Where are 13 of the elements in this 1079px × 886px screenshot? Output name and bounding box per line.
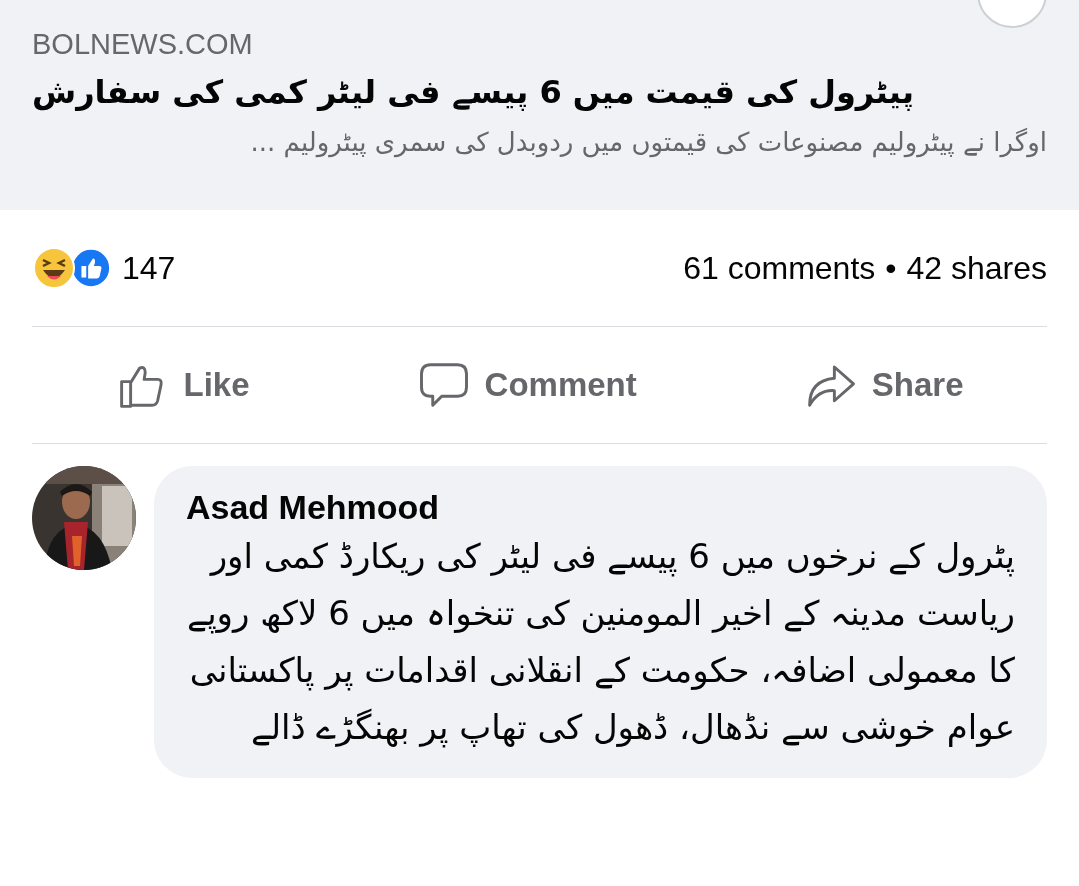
separator-dot: •	[885, 249, 897, 287]
like-button[interactable]: Like	[105, 352, 260, 418]
share-count[interactable]: 42 shares	[906, 249, 1047, 287]
share-button[interactable]: Share	[793, 352, 974, 418]
link-domain: BOLNEWS.COM	[32, 27, 253, 62]
comment-count[interactable]: 61 comments	[683, 249, 876, 287]
link-headline: پیٹرول کی قیمت میں 6 پیسے فی لیٹر کمی کی سفارش	[32, 72, 914, 113]
laughing-face-icon	[32, 246, 76, 290]
link-description: اوگرا نے پیٹرولیم مصنوعات کی قیمتوں میں ردوبدل کی سمری پیٹرولیم ...	[250, 126, 1047, 160]
comment-text: پٹرول کے نرخوں میں 6 پیسے فی لیٹر کی ریکارڈ کمی اور ریاست مدینہ کے اخیر المومنین کی تنخواہ میں 6 لاکھ روپے کا معمولی اضافہ، حکومت کے انقلانی اقدامات پر پاکستانی عوام خوشی سے نڈھال، ڈھول کی تھاپ پر بھنگڑے ڈالے	[186, 535, 1015, 750]
comment-button[interactable]: Comment	[406, 352, 647, 418]
comment-author[interactable]: Asad Mehmood	[186, 486, 440, 528]
reaction-count[interactable]: 147	[122, 249, 176, 287]
